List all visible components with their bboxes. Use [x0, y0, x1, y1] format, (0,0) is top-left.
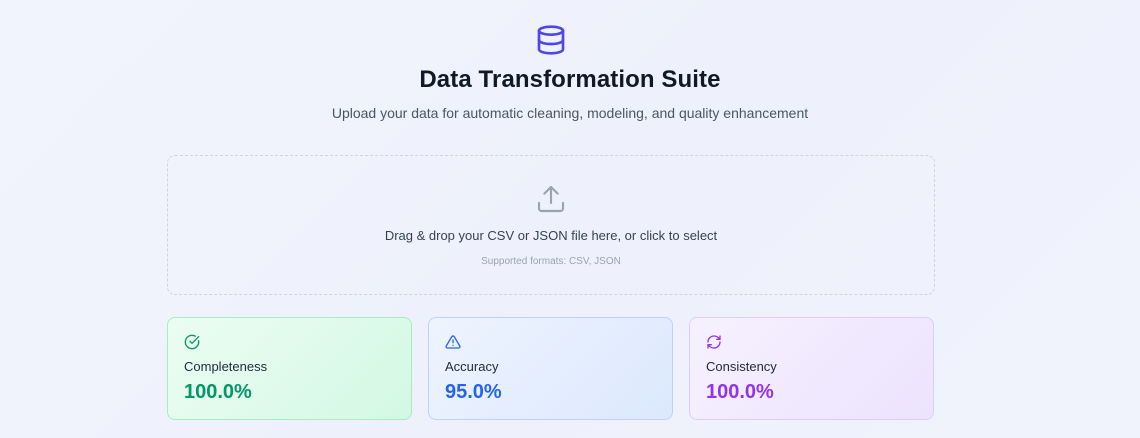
- metric-label: Accuracy: [445, 359, 499, 374]
- metric-value: 100.0%: [706, 381, 774, 403]
- metric-card-consistency: Consistency 100.0%: [689, 317, 934, 420]
- database-icon: [537, 25, 565, 55]
- refresh-icon: [707, 335, 721, 349]
- page-title: Data Transformation Suite: [419, 66, 721, 93]
- metric-card-accuracy: Accuracy 95.0%: [428, 317, 673, 420]
- dropzone-instructions: Drag & drop your CSV or JSON file here, …: [384, 228, 718, 243]
- metric-card-completeness: Completeness 100.0%: [167, 317, 412, 420]
- page-subtitle: Upload your data for automatic cleaning,…: [331, 105, 809, 121]
- file-dropzone[interactable]: Drag & drop your CSV or JSON file here, …: [167, 155, 935, 295]
- metric-value: 95.0%: [445, 381, 502, 403]
- alert-triangle-icon: [445, 335, 461, 349]
- metric-value: 100.0%: [184, 381, 252, 403]
- metric-label: Consistency: [706, 359, 777, 374]
- check-circle-icon: [184, 334, 200, 350]
- upload-icon: [537, 185, 565, 213]
- supported-formats: Supported formats: CSV, JSON: [481, 256, 621, 267]
- metric-label: Completeness: [184, 359, 268, 374]
